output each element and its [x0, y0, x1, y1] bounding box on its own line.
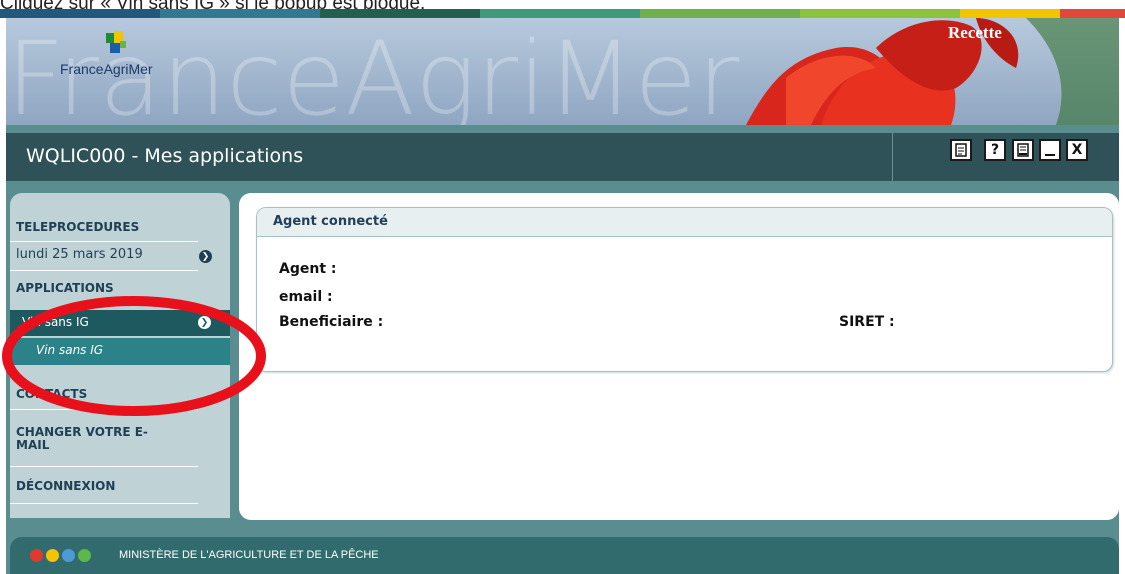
color-strip-segment — [960, 9, 1060, 18]
footer-dot — [62, 549, 75, 562]
main-content: Agent connecté Agent : email : Beneficia… — [239, 193, 1119, 520]
footer-dot — [46, 549, 59, 562]
color-strip-segment — [320, 9, 480, 18]
agent-panel: Agent connecté Agent : email : Beneficia… — [256, 207, 1113, 372]
footer-dot — [78, 549, 91, 562]
sidebar-item-selected-app[interactable]: Vin sans IG ❯ — [10, 310, 230, 336]
sidebar-item-teleprocedures[interactable]: TELEPROCEDURES — [16, 220, 228, 234]
color-strip-segment — [0, 9, 160, 18]
sidebar-subitem-label: Vin sans IG — [36, 343, 104, 357]
color-strip-segment — [1060, 9, 1125, 18]
sidebar-item-change-email[interactable]: CHANGER VOTRE E-MAIL — [16, 426, 166, 452]
footer-text: MINISTÈRE DE L'AGRICULTURE ET DE LA PÊCH… — [119, 549, 379, 561]
footer: MINISTÈRE DE L'AGRICULTURE ET DE LA PÊCH… — [10, 537, 1119, 574]
sidebar-subitem-vin-sans-ig[interactable]: Vin sans IG — [10, 338, 230, 365]
email-label: email : — [279, 289, 333, 305]
sidebar-item-logout[interactable]: DÉCONNEXION — [16, 479, 228, 493]
environment-label: Recette — [948, 23, 1002, 42]
title-divider — [892, 133, 893, 181]
sidebar-separator — [10, 409, 198, 410]
panel-header: Agent connecté — [257, 208, 1112, 237]
color-strip — [0, 9, 1125, 18]
footer-dots — [30, 549, 91, 562]
page-title: WQLIC000 - Mes applications — [26, 145, 304, 167]
logo-mark-icon — [106, 31, 126, 53]
beneficiaire-label: Beneficiaire : — [279, 314, 384, 330]
chevron-down-icon[interactable]: ❯ — [198, 316, 211, 329]
sidebar-item-contacts[interactable]: CONTACTS — [16, 387, 228, 401]
franceagrimer-logo[interactable]: FranceAgriMer — [48, 31, 176, 91]
sidebar-separator — [10, 241, 198, 242]
print-icon[interactable] — [950, 139, 972, 161]
color-strip-segment — [160, 9, 320, 18]
sidebar-separator — [10, 466, 198, 467]
footer-dot — [30, 549, 43, 562]
color-strip-segment — [640, 9, 800, 18]
help-icon[interactable]: ? — [984, 139, 1006, 161]
sidebar-date: lundi 25 mars 2019 — [16, 247, 143, 262]
sidebar-item-applications[interactable]: APPLICATIONS — [16, 281, 228, 295]
document-icon[interactable] — [1012, 139, 1034, 161]
logo-text: FranceAgriMer — [60, 61, 153, 77]
title-bar: WQLIC000 - Mes applications ? X — [6, 133, 1119, 181]
sidebar-item-label: Vin sans IG — [22, 315, 89, 329]
siret-label: SIRET : — [839, 314, 895, 330]
sidebar: TELEPROCEDURES lundi 25 mars 2019 ❯ APPL… — [10, 193, 230, 518]
agent-label: Agent : — [279, 261, 337, 277]
minimize-icon[interactable] — [1039, 139, 1061, 161]
color-strip-segment — [480, 9, 640, 18]
close-icon[interactable]: X — [1066, 139, 1088, 161]
sidebar-separator — [10, 270, 198, 271]
tulip-image — [746, 18, 1119, 125]
chevron-right-icon[interactable]: ❯ — [199, 250, 212, 263]
color-strip-segment — [800, 9, 960, 18]
header-banner: FranceAgriMer FranceAgriMer Recette — [6, 18, 1119, 125]
sidebar-separator — [10, 503, 198, 504]
